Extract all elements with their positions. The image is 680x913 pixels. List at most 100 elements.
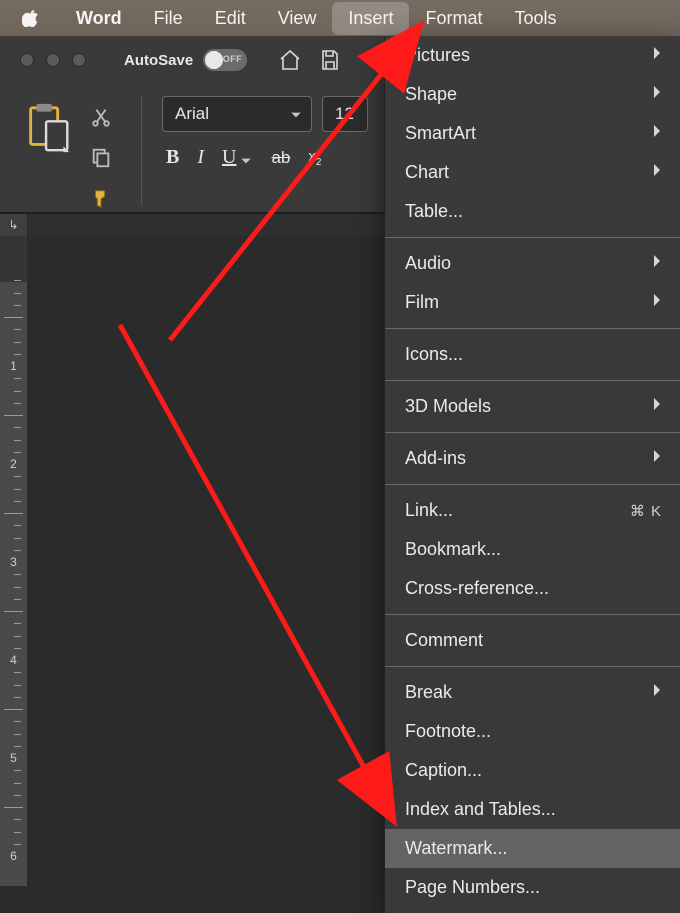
menu-item-label: Film [405,292,439,313]
chevron-down-icon [289,107,303,121]
chevron-down-icon [239,151,253,165]
menu-item-comment[interactable]: Comment [385,621,680,660]
insert-dropdown-menu: Pictures Shape SmartArt Chart Table... Audio F… [384,36,680,913]
subscript-button[interactable]: x2 [308,148,321,168]
chevron-right-icon [652,254,662,273]
menu-item-page-numbers[interactable]: Page Numbers... [385,868,680,907]
menu-item-audio[interactable]: Audio [385,244,680,283]
font-group: Arial 12 B I U ab x2 [148,96,368,169]
window-traffic-lights[interactable] [20,53,86,67]
menu-item-label: Comment [405,630,483,651]
font-size-dropdown[interactable]: 12 [322,96,368,132]
menu-format[interactable]: Format [409,2,498,35]
menu-item-smartart[interactable]: SmartArt [385,114,680,153]
menu-item-add-ins[interactable]: Add-ins [385,439,680,478]
ruler-mark: 2 [0,457,27,471]
menu-item-cross-reference[interactable]: Cross-reference... [385,569,680,608]
menu-item-label: SmartArt [405,123,476,144]
menu-view[interactable]: View [262,2,333,35]
autosave-switch[interactable]: OFF [203,49,247,71]
menu-item-break[interactable]: Break [385,673,680,712]
ruler-corner-icon[interactable]: ↳ [0,214,28,236]
chevron-right-icon [652,683,662,702]
autosave-state: OFF [223,54,243,64]
menu-item-label: 3D Models [405,396,491,417]
clipboard-group: Paste [0,96,135,233]
menu-item-index-and-tables[interactable]: Index and Tables... [385,790,680,829]
menu-item-label: Bookmark... [405,539,501,560]
italic-button[interactable]: I [197,146,204,169]
menu-insert[interactable]: Insert [332,2,409,35]
menu-item-label: Index and Tables... [405,799,556,820]
menu-item-label: Watermark... [405,838,507,859]
font-name-dropdown[interactable]: Arial [162,96,312,132]
cut-icon[interactable] [90,106,112,133]
strikethrough-button[interactable]: ab [271,148,290,168]
menu-item-3d-models[interactable]: 3D Models [385,387,680,426]
font-size-value: 12 [335,104,354,124]
paste-icon[interactable] [24,102,72,161]
menu-item-link[interactable]: Link...⌘ K [385,491,680,530]
menu-separator [385,666,680,667]
format-painter-icon[interactable] [90,188,112,215]
menu-item-icons[interactable]: Icons... [385,335,680,374]
menu-file[interactable]: File [138,2,199,35]
save-icon[interactable] [315,45,345,75]
menu-separator [385,614,680,615]
menu-item-chart[interactable]: Chart [385,153,680,192]
menu-item-footnote[interactable]: Footnote... [385,712,680,751]
menu-item-bookmark[interactable]: Bookmark... [385,530,680,569]
macos-menubar: Word File Edit View Insert Format Tools [0,0,680,36]
menu-item-label: Cross-reference... [405,578,549,599]
menu-item-label: Icons... [405,344,463,365]
menu-item-pictures[interactable]: Pictures [385,36,680,75]
menu-item-label: Chart [405,162,449,183]
traffic-close[interactable] [20,53,34,67]
menu-item-label: Add-ins [405,448,466,469]
chevron-right-icon [652,397,662,416]
menu-item-label: Shape [405,84,457,105]
chevron-right-icon [652,449,662,468]
menu-item-label: Footnote... [405,721,491,742]
menu-item-shape[interactable]: Shape [385,75,680,114]
copy-icon[interactable] [90,147,112,174]
ruler-mark: 1 [0,359,27,373]
ruler-mark: 5 [0,751,27,765]
menu-separator [385,484,680,485]
ruler-mark: 6 [0,849,27,863]
ruler-vertical[interactable]: 123456 [0,236,28,886]
chevron-right-icon [652,163,662,182]
menu-item-film[interactable]: Film [385,283,680,322]
menu-tools[interactable]: Tools [498,2,572,35]
chevron-right-icon [652,85,662,104]
menu-edit[interactable]: Edit [199,2,262,35]
ribbon-separator [141,96,142,206]
menu-item-watermark[interactable]: Watermark... [385,829,680,868]
menu-shortcut: ⌘ K [630,502,662,520]
menu-item-caption[interactable]: Caption... [385,751,680,790]
menu-item-table[interactable]: Table... [385,192,680,231]
menu-item-label: Break [405,682,452,703]
chevron-right-icon [652,46,662,65]
bold-button[interactable]: B [166,146,179,169]
menu-item-label: Audio [405,253,451,274]
menu-separator [385,380,680,381]
autosave-label: AutoSave [124,52,193,69]
traffic-zoom[interactable] [72,53,86,67]
underline-button[interactable]: U [222,146,253,169]
chevron-right-icon [652,293,662,312]
ruler-mark: 3 [0,555,27,569]
home-icon[interactable] [275,45,305,75]
underline-label: U [222,146,236,169]
menu-item-label: Caption... [405,760,482,781]
apple-logo-icon[interactable] [22,9,40,27]
menu-item-label: Page Numbers... [405,877,540,898]
menu-separator [385,237,680,238]
traffic-minimize[interactable] [46,53,60,67]
menu-separator [385,432,680,433]
menu-app-name[interactable]: Word [60,2,138,35]
menu-separator [385,328,680,329]
font-name-value: Arial [175,104,209,124]
autosave-toggle[interactable]: AutoSave OFF [124,49,247,71]
menu-item-label: Table... [405,201,463,222]
